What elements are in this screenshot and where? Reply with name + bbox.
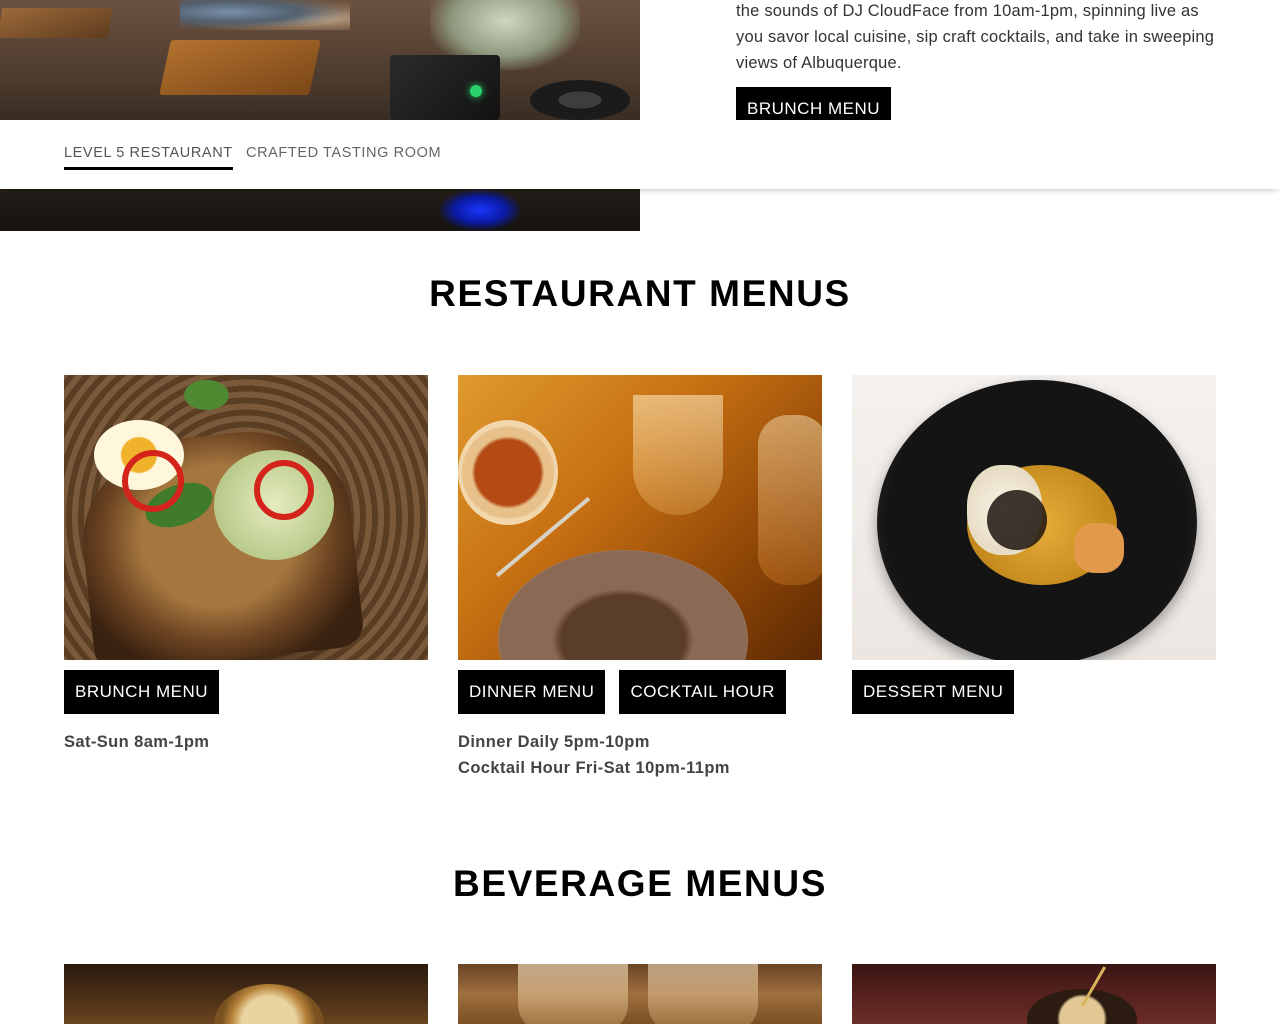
hero-description-text: the sounds of DJ CloudFace from 10am-1pm… xyxy=(736,2,1215,72)
restaurant-menus-heading: RESTAURANT MENUS xyxy=(429,273,851,314)
dessert-card-buttons: DESSERT MENU xyxy=(852,670,1015,714)
brunch-hours: Sat-Sun 8am-1pm xyxy=(64,729,209,755)
dessert-dish-image xyxy=(852,375,1216,660)
hero-description: the sounds of DJ CloudFace from 10am-1pm… xyxy=(736,0,1216,76)
dinner-hours-line: Dinner Daily 5pm-10pm xyxy=(458,733,650,751)
hero-brunch-menu-button[interactable]: BRUNCH MENU xyxy=(736,87,891,120)
dinner-hours: Dinner Daily 5pm-10pm Cocktail Hour Fri-… xyxy=(458,729,730,781)
beverage-menus-heading: BEVERAGE MENUS xyxy=(453,863,827,904)
dessert-menu-button[interactable]: DESSERT MENU xyxy=(852,670,1015,714)
cocktail-hours-line: Cocktail Hour Fri-Sat 10pm-11pm xyxy=(458,759,730,777)
beverage-cocktail-image xyxy=(64,964,428,1024)
dinner-menu-button[interactable]: DINNER MENU xyxy=(458,670,606,714)
brunch-hours-line: Sat-Sun 8am-1pm xyxy=(64,733,210,751)
dinner-dish-image xyxy=(458,375,822,660)
hero-restaurant-photo xyxy=(0,0,640,231)
beverage-wine-image xyxy=(458,964,822,1024)
tab-crafted-tasting-room[interactable]: CRAFTED TASTING ROOM xyxy=(246,145,441,161)
dinner-card-buttons: DINNER MENU COCKTAIL HOUR xyxy=(458,670,786,714)
tab-level-5-restaurant[interactable]: LEVEL 5 RESTAURANT xyxy=(64,145,233,170)
brunch-menu-button[interactable]: BRUNCH MENU xyxy=(64,670,219,714)
venue-tab-bar: LEVEL 5 RESTAURANT CRAFTED TASTING ROOM xyxy=(0,120,1280,189)
beverage-garnish-image xyxy=(852,964,1216,1024)
brunch-dish-image xyxy=(64,375,428,660)
brunch-card-buttons: BRUNCH MENU xyxy=(64,670,219,714)
cocktail-hour-button[interactable]: COCKTAIL HOUR xyxy=(619,670,786,714)
